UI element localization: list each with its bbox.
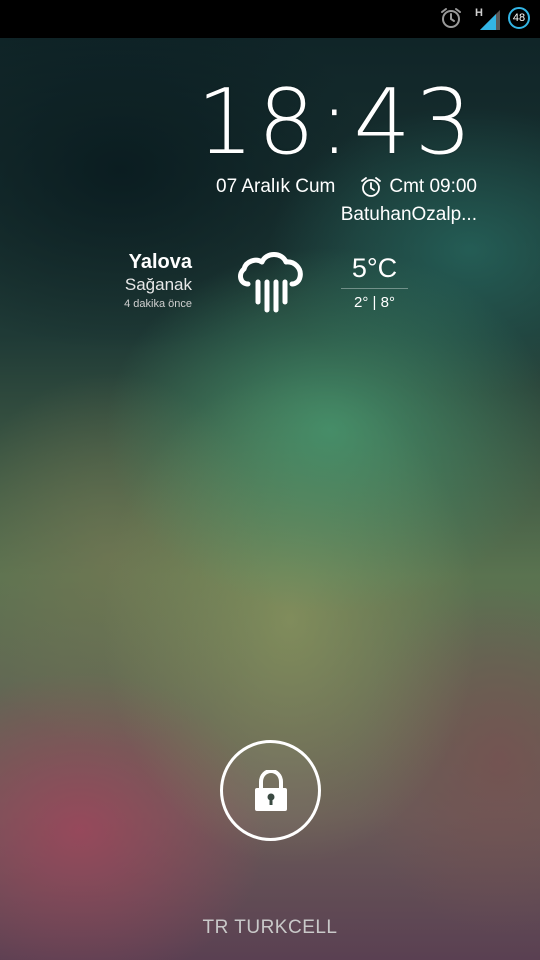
unlock-button[interactable] bbox=[220, 740, 321, 841]
weather-temperature-block: 5°C 2° | 8° bbox=[341, 252, 408, 314]
weather-condition: Sağanak bbox=[124, 275, 192, 294]
battery-indicator: 48 bbox=[508, 7, 530, 29]
date-label: 07 Aralık Cum bbox=[216, 176, 336, 197]
next-alarm-label: Cmt 09:00 bbox=[389, 176, 477, 197]
owner-info: BatuhanOzalp... bbox=[340, 204, 477, 225]
temperature-range: 2° | 8° bbox=[354, 294, 395, 311]
signal-strength-icon: H bbox=[475, 7, 500, 30]
date-alarm-row: 07 Aralık Cum Cmt 09:00 bbox=[216, 174, 477, 200]
carrier-label: TR TURKCELL bbox=[202, 917, 338, 938]
weather-updated: 4 dakika önce bbox=[124, 298, 192, 310]
lock-icon bbox=[254, 769, 287, 811]
weather-city: Yalova bbox=[128, 251, 192, 273]
network-type-label: H bbox=[475, 7, 483, 19]
current-temperature: 5°C bbox=[341, 252, 408, 289]
rain-cloud-icon[interactable] bbox=[234, 244, 306, 316]
alarm-clock-icon bbox=[361, 177, 382, 197]
alarm-clock-icon bbox=[441, 8, 461, 28]
weather-location: Yalova Sağanak 4 dakika önce bbox=[124, 250, 192, 312]
lockscreen-clock: 18:43 bbox=[196, 70, 476, 175]
status-bar: H 48 bbox=[0, 0, 540, 38]
